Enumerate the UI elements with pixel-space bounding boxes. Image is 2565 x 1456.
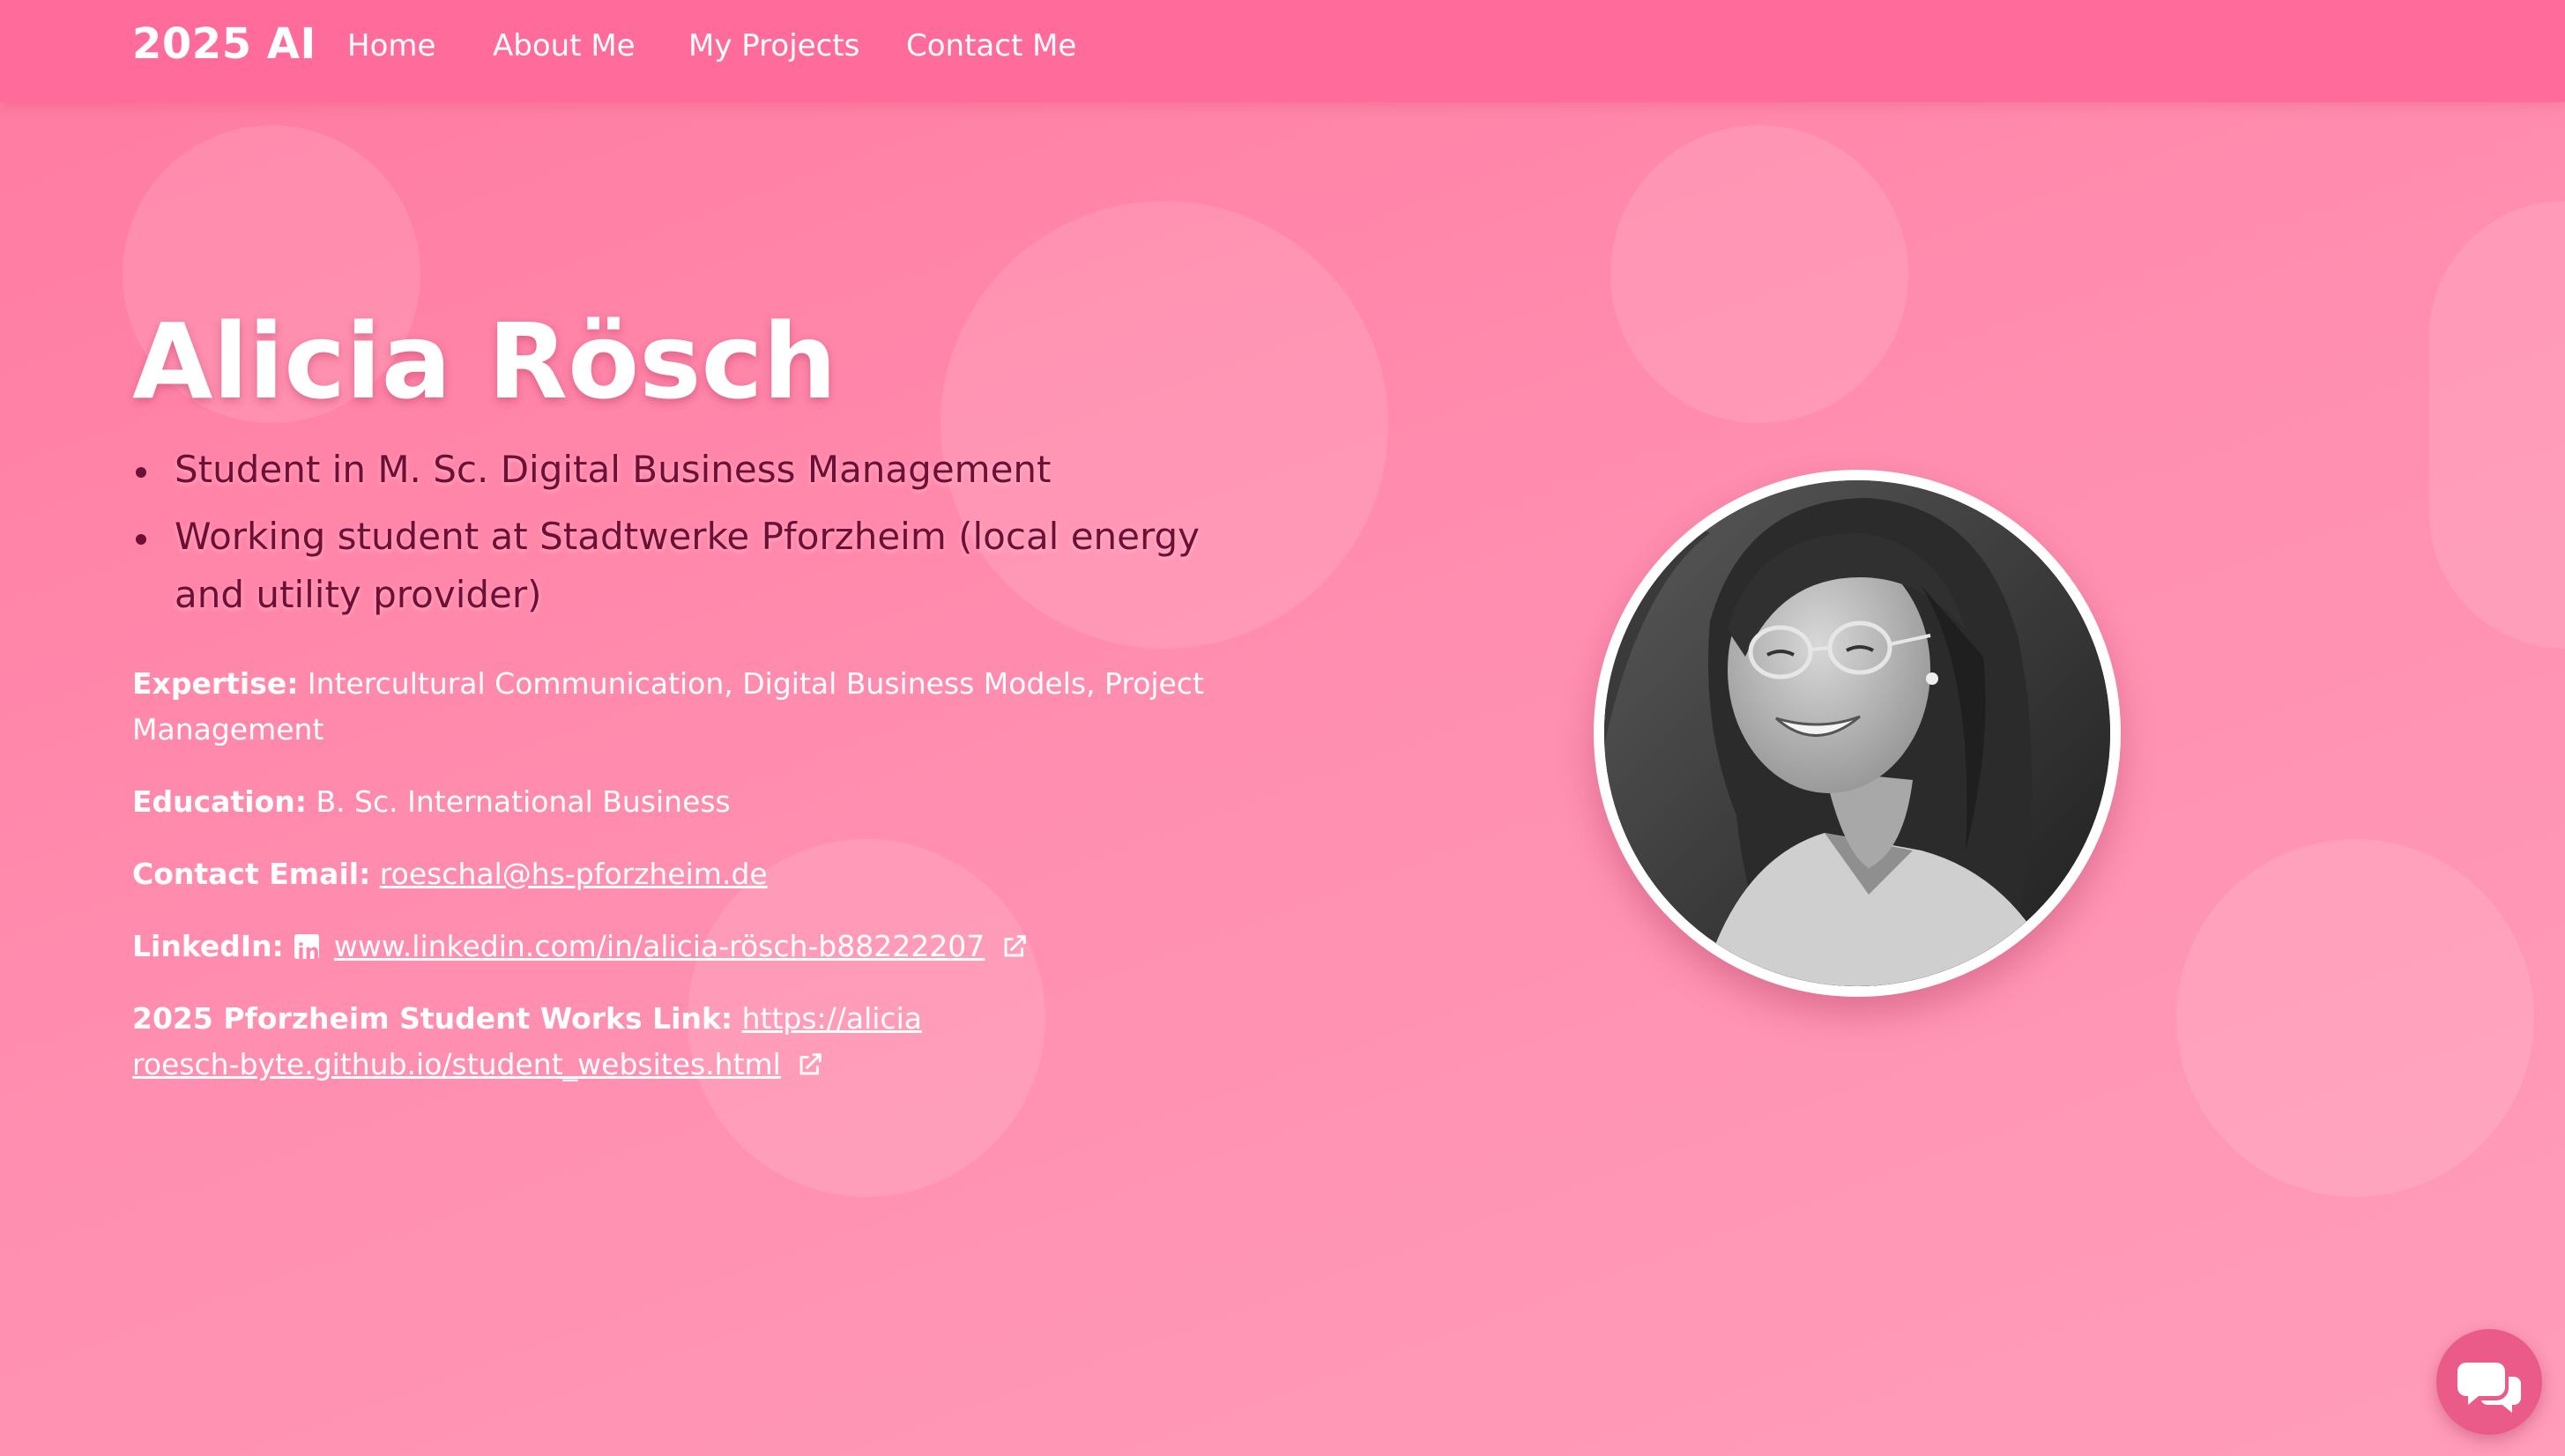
linkedin-link[interactable]: www.linkedin.com/in/alicia-rösch-b882222…	[334, 929, 985, 963]
external-link-icon[interactable]	[1000, 932, 1030, 962]
chat-bubbles-icon	[2457, 1363, 2521, 1413]
role-list: Student in M. Sc. Digital Business Manag…	[132, 441, 1260, 624]
expertise-label: Expertise:	[132, 666, 299, 701]
role-item: Student in M. Sc. Digital Business Manag…	[132, 441, 1260, 499]
linkedin-icon: in	[294, 934, 320, 964]
page-title: Alicia Rösch	[132, 301, 837, 422]
role-item: Working student at Stadtwerke Pforzheim …	[132, 508, 1260, 624]
nav-link-about-me[interactable]: About Me	[493, 28, 636, 63]
brand-logo[interactable]: 2025 AI	[132, 19, 316, 69]
nav-link-my-projects[interactable]: My Projects	[688, 28, 859, 63]
hero-section: Alicia Rösch Student in M. Sc. Digital B…	[132, 300, 1260, 1114]
role-text: Working student at Stadtwerke Pforzheim …	[175, 515, 1201, 616]
education-label: Education:	[132, 784, 307, 819]
external-link-icon[interactable]	[795, 1050, 825, 1080]
background-bubble	[1610, 125, 1908, 423]
education-line: Education: B. Sc. International Business	[132, 779, 1260, 825]
chat-button[interactable]	[2436, 1329, 2542, 1435]
student-works-label: 2025 Pforzheim Student Works Link:	[132, 1001, 733, 1036]
background-bubble	[2429, 201, 2565, 649]
education-value: B. Sc. International Business	[316, 784, 731, 819]
expertise-line: Expertise: Intercultural Communication, …	[132, 661, 1260, 753]
background-bubble	[2176, 839, 2534, 1197]
nav-link-contact-me[interactable]: Contact Me	[906, 28, 1076, 63]
role-text: Student in M. Sc. Digital Business Manag…	[175, 448, 1052, 491]
contact-email-line: Contact Email: roeschal@hs-pforzheim.de	[132, 851, 1260, 897]
student-works-line: 2025 Pforzheim Student Works Link: https…	[132, 996, 926, 1088]
bullet-icon	[136, 467, 146, 478]
portrait-image	[1604, 480, 2110, 986]
linkedin-label: LinkedIn:	[132, 929, 284, 963]
nav-link-home[interactable]: Home	[347, 28, 435, 63]
profile-photo	[1594, 470, 2121, 997]
top-navbar: 2025 AI Home About Me My Projects Contac…	[0, 0, 2565, 102]
bullet-icon	[136, 534, 146, 545]
linkedin-line: LinkedIn: in www.linkedin.com/in/alicia-…	[132, 924, 1260, 969]
contact-email-link[interactable]: roeschal@hs-pforzheim.de	[380, 857, 768, 891]
contact-email-label: Contact Email:	[132, 857, 371, 891]
